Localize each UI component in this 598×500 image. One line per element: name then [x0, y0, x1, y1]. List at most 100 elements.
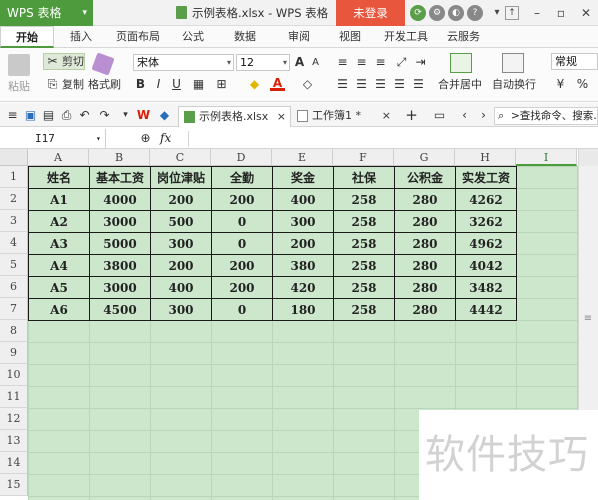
header-cell[interactable]: 全勤: [211, 166, 273, 189]
row-header-9[interactable]: 9: [0, 342, 28, 364]
table-cell[interactable]: 4500: [89, 298, 151, 321]
new-tab-button[interactable]: +: [404, 108, 419, 123]
table-cell[interactable]: 300: [150, 298, 212, 321]
maximize-icon[interactable]: ▫: [552, 4, 570, 22]
undo-icon[interactable]: ↶: [77, 108, 92, 123]
row-header-10[interactable]: 10: [0, 364, 28, 386]
tab-list-icon[interactable]: ▭: [432, 108, 447, 123]
italic-button[interactable]: I: [151, 77, 166, 92]
row-header-3[interactable]: 3: [0, 210, 28, 232]
column-header-g[interactable]: G: [394, 149, 455, 166]
copy-icon[interactable]: ⎘: [45, 77, 60, 92]
table-cell[interactable]: 280: [394, 232, 456, 255]
align-left-icon[interactable]: ☰: [335, 77, 350, 92]
table-cell[interactable]: 200: [150, 254, 212, 277]
tab-developer[interactable]: 开发工具: [384, 26, 428, 48]
table-cell[interactable]: 3000: [89, 276, 151, 299]
app-menu-button[interactable]: WPS 表格 ▾: [0, 0, 93, 26]
column-header-h[interactable]: H: [455, 149, 516, 166]
clear-format-icon[interactable]: ◇: [300, 77, 315, 92]
table-cell[interactable]: 400: [150, 276, 212, 299]
search-command-input[interactable]: ⌕ >查找命令、搜索…: [494, 107, 598, 125]
column-header-f[interactable]: F: [333, 149, 394, 166]
wrap-text-button[interactable]: 自动换行: [492, 77, 536, 93]
font-size-select[interactable]: 12 ▾: [236, 54, 290, 71]
table-cell[interactable]: 258: [333, 254, 395, 277]
table-cell[interactable]: A6: [28, 298, 90, 321]
number-format-select[interactable]: 常规: [551, 53, 598, 70]
copy-button[interactable]: 复制: [62, 77, 84, 93]
header-cell[interactable]: 基本工资: [89, 166, 151, 189]
row-header-4[interactable]: 4: [0, 232, 28, 254]
chevron-down-icon[interactable]: ▾: [96, 129, 101, 148]
paste-label[interactable]: 粘贴: [8, 79, 30, 95]
tab-page-layout[interactable]: 页面布局: [116, 26, 160, 48]
table-cell[interactable]: 258: [333, 298, 395, 321]
align-center-icon[interactable]: ☰: [354, 77, 369, 92]
print-icon[interactable]: ⎙: [59, 108, 74, 123]
print-preview-icon[interactable]: ▤: [41, 108, 56, 123]
close-tab-icon[interactable]: ×: [382, 106, 391, 126]
tab-start[interactable]: 开始: [0, 26, 54, 48]
minimize-icon[interactable]: –: [528, 4, 546, 22]
align-right-icon[interactable]: ☰: [373, 77, 388, 92]
row-header-7[interactable]: 7: [0, 298, 28, 320]
name-box[interactable]: I17 ▾: [0, 129, 106, 148]
orientation-icon[interactable]: ⤢: [394, 55, 409, 70]
table-cell[interactable]: 280: [394, 188, 456, 211]
merge-icon[interactable]: ⊞: [214, 77, 229, 92]
close-tab-icon[interactable]: ×: [277, 107, 286, 127]
table-cell[interactable]: 3482: [455, 276, 517, 299]
merge-center-button[interactable]: 合并居中: [438, 77, 482, 93]
redo-icon[interactable]: ↷: [97, 108, 112, 123]
row-header-12[interactable]: 12: [0, 408, 28, 430]
borders-icon[interactable]: ▦: [191, 77, 206, 92]
table-cell[interactable]: 200: [150, 188, 212, 211]
table-cell[interactable]: 200: [211, 188, 273, 211]
column-header-i[interactable]: I: [516, 149, 577, 166]
header-cell[interactable]: 实发工资: [455, 166, 517, 189]
settings-icon[interactable]: ⚙: [429, 5, 445, 21]
scroll-up-icon[interactable]: [579, 149, 598, 166]
login-button[interactable]: 未登录: [336, 0, 405, 26]
tab-cloud[interactable]: 云服务: [447, 26, 480, 48]
table-cell[interactable]: 4262: [455, 188, 517, 211]
bold-button[interactable]: B: [133, 77, 148, 92]
table-cell[interactable]: A1: [28, 188, 90, 211]
table-cell[interactable]: 500: [150, 210, 212, 233]
table-cell[interactable]: A4: [28, 254, 90, 277]
scroll-thumb-grip-icon[interactable]: ≡: [582, 313, 594, 325]
align-top-icon[interactable]: ≡: [335, 55, 350, 70]
tab-view[interactable]: 视图: [339, 26, 361, 48]
distributed-icon[interactable]: ☰: [411, 77, 426, 92]
justify-icon[interactable]: ☰: [392, 77, 407, 92]
table-cell[interactable]: 0: [211, 232, 273, 255]
underline-button[interactable]: U: [169, 77, 184, 92]
indent-icon[interactable]: ⇥: [413, 55, 428, 70]
table-cell[interactable]: 4042: [455, 254, 517, 277]
row-header-1[interactable]: 1: [0, 166, 28, 188]
help-icon[interactable]: ?: [467, 5, 483, 21]
format-painter-button[interactable]: 格式刷: [88, 77, 121, 93]
tab-formula[interactable]: 公式: [182, 26, 204, 48]
table-cell[interactable]: 258: [333, 210, 395, 233]
header-cell[interactable]: 奖金: [272, 166, 334, 189]
header-cell[interactable]: 岗位津贴: [150, 166, 212, 189]
table-cell[interactable]: 3262: [455, 210, 517, 233]
close-icon[interactable]: ✕: [577, 4, 595, 22]
column-header-d[interactable]: D: [211, 149, 272, 166]
table-cell[interactable]: 400: [272, 188, 334, 211]
table-cell[interactable]: 300: [150, 232, 212, 255]
table-cell[interactable]: A3: [28, 232, 90, 255]
tab-data[interactable]: 数据: [234, 26, 256, 48]
table-cell[interactable]: 280: [394, 254, 456, 277]
header-cell[interactable]: 姓名: [28, 166, 90, 189]
table-cell[interactable]: 0: [211, 298, 273, 321]
chevron-right-icon[interactable]: ›: [476, 108, 491, 123]
table-cell[interactable]: 280: [394, 210, 456, 233]
table-cell[interactable]: 200: [272, 232, 334, 255]
table-cell[interactable]: 3000: [89, 210, 151, 233]
wrap-text-icon[interactable]: [502, 53, 524, 73]
table-cell[interactable]: 280: [394, 298, 456, 321]
column-header-e[interactable]: E: [272, 149, 333, 166]
